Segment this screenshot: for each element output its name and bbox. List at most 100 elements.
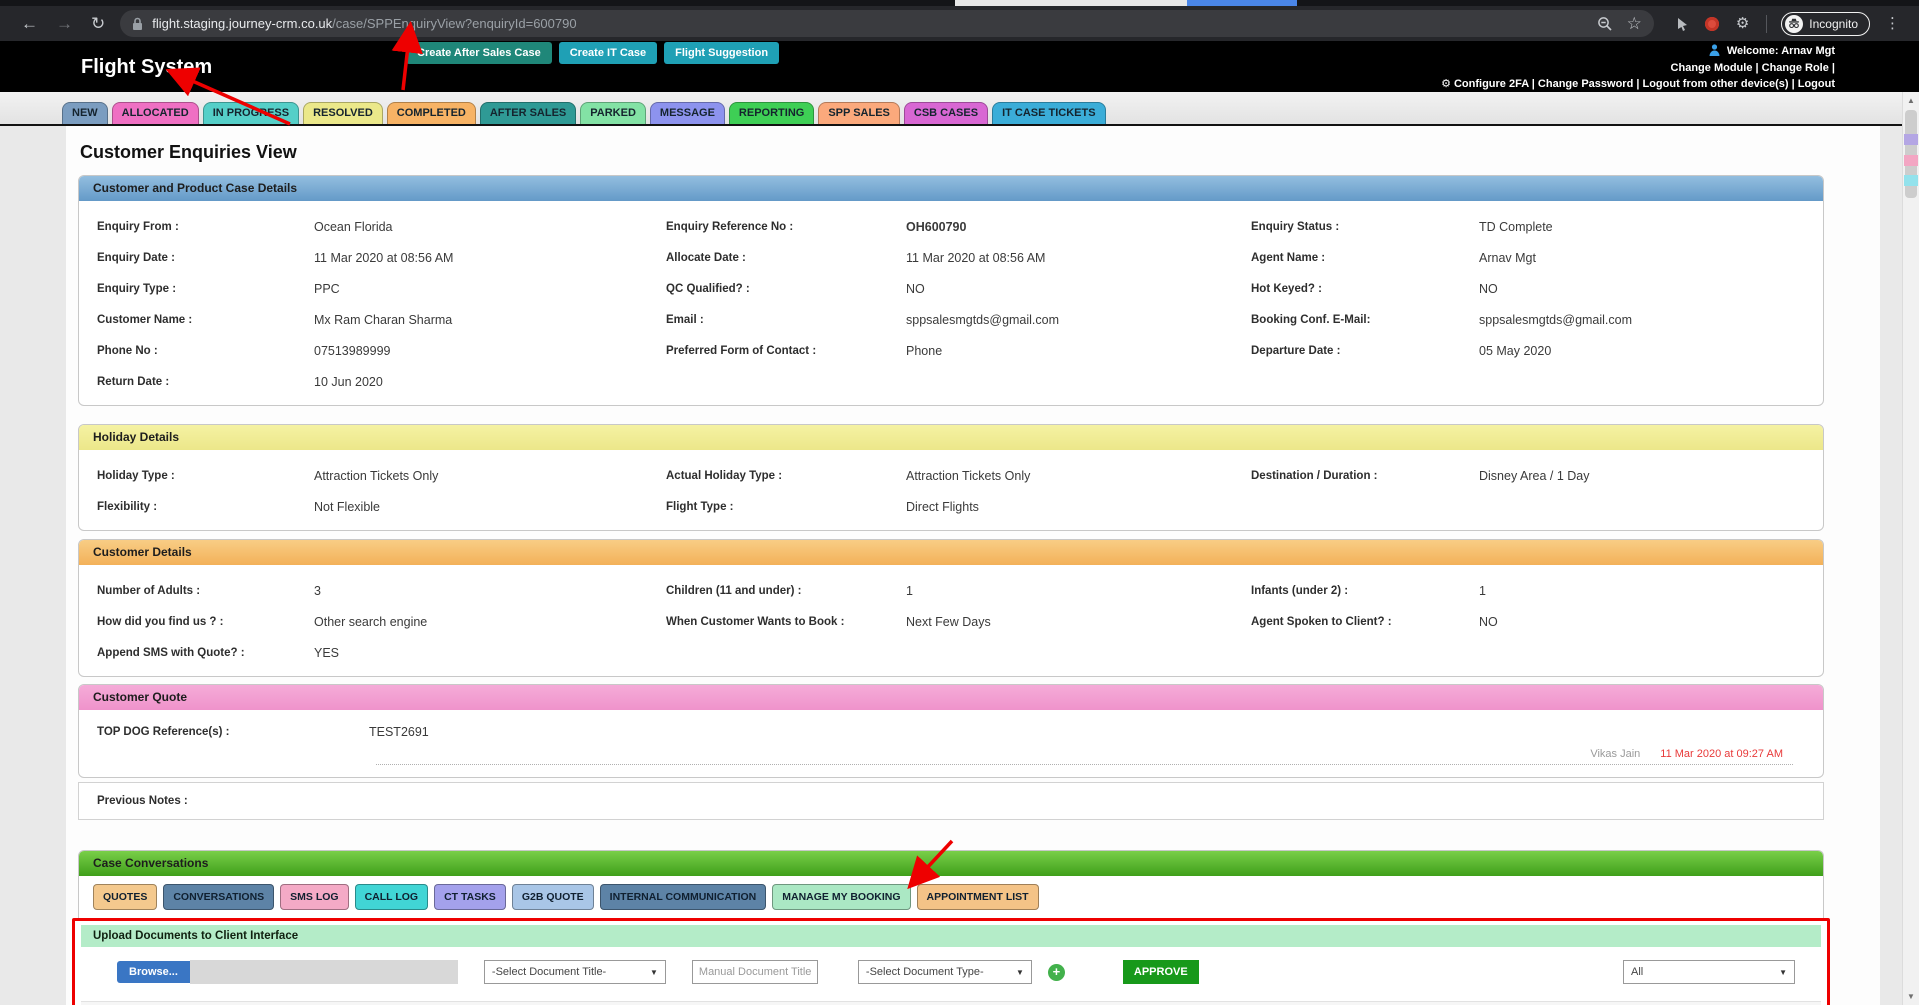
viewed-filter-value: All (1631, 966, 1644, 978)
conversation-tab[interactable]: INTERNAL COMMUNICATION (599, 884, 767, 910)
field-cell: Agent Spoken to Client? : NO (1251, 615, 1823, 629)
conversation-tab[interactable]: APPOINTMENT LIST (916, 884, 1039, 910)
browse-button[interactable]: Browse... (117, 961, 190, 983)
url-host: flight.staging.journey-crm.co.uk (152, 16, 333, 31)
field-value: Arnav Mgt (1479, 250, 1536, 265)
field-cell: Infants (under 2) : 1 (1251, 584, 1823, 598)
field-value: 1 (1479, 583, 1486, 598)
scroll-up-icon[interactable]: ▲ (1903, 96, 1919, 105)
incognito-icon (1785, 14, 1804, 33)
field-value: Phone (906, 343, 943, 358)
status-tab[interactable]: IT CASE TICKETS (992, 102, 1106, 124)
field-value: NO (906, 281, 925, 296)
field-label: Hot Keyed? : (1251, 282, 1322, 295)
field-label: Enquiry Type : (97, 282, 177, 295)
gear-extension-icon[interactable]: ⚙ (1736, 16, 1749, 31)
status-tab[interactable]: SPP SALES (818, 102, 900, 124)
status-tab[interactable]: ALLOCATED (111, 102, 199, 124)
field-value: 10 Jun 2020 (314, 374, 383, 389)
field-label: Holiday Type : (97, 469, 175, 482)
conversation-tab[interactable]: CT TASKS (434, 884, 506, 910)
field-label: Email : (666, 313, 704, 326)
reload-button[interactable]: ↻ (91, 15, 105, 32)
status-tab[interactable]: AFTER SALES (479, 102, 577, 124)
zoom-out-icon[interactable] (1597, 16, 1613, 32)
cursor-extension-icon[interactable] (1676, 17, 1689, 31)
header-action-button[interactable]: Create IT Case (558, 42, 658, 64)
account-line2[interactable]: Change Module | Change Role | (1441, 61, 1835, 76)
section-customer-quote: Customer Quote TOP DOG Reference(s) : TE… (78, 684, 1824, 778)
field-cell: Booking Conf. E-Mail: sppsalesmgtds@gmail… (1251, 313, 1823, 327)
field-label: Return Date : (97, 375, 170, 388)
status-tab[interactable]: COMPLETED (386, 102, 476, 124)
status-tab[interactable]: PARKED (580, 102, 646, 124)
conversation-tab[interactable]: QUOTES (93, 884, 158, 910)
header-action-button[interactable]: Create After Sales Case (406, 42, 552, 64)
browser-menu-kebab-icon[interactable]: ⋮ (1885, 16, 1900, 31)
manual-document-title-input[interactable] (691, 960, 818, 984)
conversation-tab[interactable]: MANAGE MY BOOKING (772, 884, 911, 910)
conversation-tab[interactable]: CALL LOG (354, 884, 429, 910)
field-label: Preferred Form of Contact : (666, 344, 817, 357)
field-value: 11 Mar 2020 at 08:56 AM (906, 250, 1046, 265)
field-value: TD Complete (1479, 219, 1553, 234)
url-path: /case/SPPEnquiryView?enquiryId=600790 (332, 16, 577, 31)
status-tab[interactable]: REPORTING (728, 102, 815, 124)
field-label: Destination / Duration : (1251, 469, 1378, 482)
field-label: Customer Name : (97, 313, 193, 326)
app-header: Flight System Create After Sales Case Cre… (0, 41, 1919, 92)
section-header-customer-details: Customer Details (79, 540, 1823, 565)
chevron-down-icon: ▼ (1779, 967, 1787, 977)
status-tab[interactable]: IN PROGRESS (202, 102, 300, 124)
header-action-buttons: Create After Sales Case Create IT Case Fli… (406, 42, 780, 64)
field-label: Infants (under 2) : (1251, 584, 1349, 597)
field-label: Agent Spoken to Client? : (1251, 615, 1392, 628)
field-value: 11 Mar 2020 at 08:56 AM (314, 250, 454, 265)
status-tab[interactable]: NEW (62, 102, 108, 124)
field-row: Append SMS with Quote? : YES (79, 637, 1823, 668)
status-tab[interactable]: RESOLVED (303, 102, 383, 124)
gear-icon: ⚙ (1441, 77, 1451, 90)
upload-controls-row: Browse... -Select Document Title- ▼ -Sel… (117, 959, 1821, 985)
field-value: OH600790 (906, 219, 967, 234)
quote-author: Vikas Jain (1590, 748, 1641, 760)
back-button[interactable]: ← (21, 15, 38, 32)
field-label: QC Qualified? : (666, 282, 750, 295)
bookmark-star-icon[interactable]: ☆ (1627, 15, 1642, 32)
conversation-tab[interactable]: CONVERSATIONS (163, 884, 275, 910)
document-title-select[interactable]: -Select Document Title- ▼ (483, 960, 666, 984)
field-label: How did you find us ? : (97, 615, 224, 628)
forward-button[interactable]: → (56, 15, 73, 32)
conversation-tab[interactable]: G2B QUOTE (511, 884, 594, 910)
document-type-select[interactable]: -Select Document Type- ▼ (857, 960, 1032, 984)
approve-button[interactable]: APPROVE (1122, 960, 1199, 984)
url-bar[interactable]: flight.staging.journey-crm.co.uk/case/SP… (120, 10, 1654, 37)
field-cell: QC Qualified? : NO (666, 282, 1251, 296)
red-extension-icon[interactable] (1704, 16, 1719, 31)
customer-details-body: Number of Adults : 3 Children (11 and und… (79, 565, 1823, 676)
field-cell: How did you find us ? : Other search engi… (79, 615, 666, 629)
conversation-tab[interactable]: SMS LOG (280, 884, 349, 910)
field-value: PPC (314, 281, 340, 296)
toolbar-divider (1766, 14, 1768, 33)
page-scrollbar[interactable]: ▲ ▼ (1902, 92, 1919, 1005)
quote-meta: Vikas Jain 11 Mar 2020 at 09:27 AM (79, 746, 1823, 762)
scroll-marker-pink (1904, 155, 1918, 166)
field-label: Departure Date : (1251, 344, 1341, 357)
scroll-down-icon[interactable]: ▼ (1903, 992, 1919, 1001)
chevron-down-icon: ▼ (649, 967, 658, 977)
field-cell: Email : sppsalesmgtds@gmail.com (666, 313, 1251, 327)
file-name-box[interactable] (189, 960, 458, 984)
status-tab[interactable]: CSB CASES (903, 102, 989, 124)
account-line3[interactable]: ⚙ Configure 2FA | Change Password | Logou… (1441, 76, 1835, 92)
add-document-icon[interactable]: + (1047, 963, 1065, 981)
field-value: sppsalesmgtds@gmail.com (1479, 312, 1633, 327)
header-action-button[interactable]: Flight Suggestion (664, 42, 780, 64)
field-row: Return Date : 10 Jun 2020 (79, 366, 1823, 397)
status-tab[interactable]: MESSAGE (649, 102, 725, 124)
viewed-filter-select[interactable]: All ▼ (1623, 960, 1795, 984)
field-cell: Destination / Duration : Disney Area / 1 … (1251, 469, 1823, 483)
field-label: Number of Adults : (97, 584, 201, 597)
section-header-case-details: Customer and Product Case Details (79, 176, 1823, 201)
field-cell: Hot Keyed? : NO (1251, 282, 1823, 296)
